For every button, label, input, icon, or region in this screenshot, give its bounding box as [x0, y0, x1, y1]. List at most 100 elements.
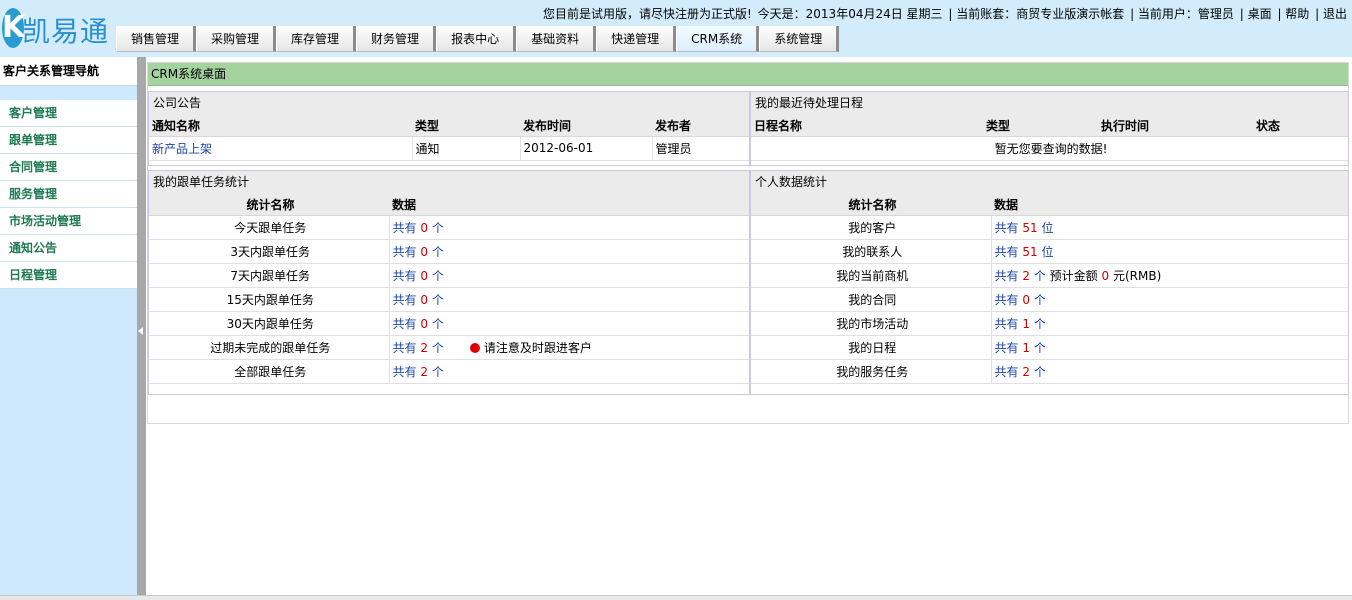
- table-row: 过期未完成的跟单任务 共有 2 个 请注意及时跟进客户: [149, 335, 749, 360]
- stat-count-link[interactable]: 2: [420, 341, 428, 355]
- announcements-panel: 公司公告 通知名称 类型 发布时间 发布者 新产品上架 通知 2012-06-0…: [148, 91, 750, 166]
- stat-label: 我的日程: [751, 335, 992, 360]
- sidebar-item-customers[interactable]: 客户管理: [0, 100, 137, 127]
- sidebar-item-schedule[interactable]: 日程管理: [0, 262, 137, 289]
- stat-count-link[interactable]: 0: [420, 269, 428, 283]
- schedule-table: 日程名称 类型 执行时间 状态 暂无您要查询的数据!: [751, 115, 1348, 161]
- personal-stats-title: 个人数据统计: [751, 171, 1348, 194]
- table-row: 7天内跟单任务 共有 0 个: [149, 263, 749, 288]
- stat-value: 共有 0 个: [389, 239, 749, 264]
- table-row: 我的联系人 共有 51 位: [751, 239, 1348, 264]
- stat-label: 过期未完成的跟单任务: [149, 335, 390, 360]
- stat-prefix: 共有: [392, 244, 417, 259]
- tab-sales[interactable]: 销售管理: [116, 26, 197, 52]
- stat-label: 7天内跟单任务: [149, 263, 390, 288]
- table-row: 我的市场活动 共有 1 个: [751, 311, 1348, 336]
- table-row: 15天内跟单任务 共有 0 个: [149, 287, 749, 312]
- stat-unit: 位: [1041, 220, 1054, 235]
- stat-count-link[interactable]: 2: [1022, 269, 1030, 283]
- stat-count-link[interactable]: 1: [1022, 317, 1030, 331]
- table-row: 我的日程 共有 1 个: [751, 335, 1348, 360]
- schedule-title: 我的最近待处理日程: [751, 92, 1348, 115]
- app-logo: K 凯易通: [2, 6, 114, 50]
- stat-label: 我的服务任务: [751, 359, 992, 384]
- sidebar-collapse-splitter[interactable]: [137, 57, 146, 595]
- stat-count-link[interactable]: 2: [420, 365, 428, 379]
- tab-basic-data[interactable]: 基础资料: [516, 26, 597, 52]
- stat-count-link[interactable]: 51: [1022, 221, 1037, 235]
- current-user: | 当前用户：管理员: [1130, 7, 1234, 21]
- sidebar-item-notices[interactable]: 通知公告: [0, 235, 137, 262]
- announcement-date: 2012-06-01: [520, 136, 653, 161]
- tab-express[interactable]: 快递管理: [596, 26, 677, 52]
- announcement-name-link[interactable]: 新产品上架: [149, 136, 413, 161]
- tab-reports[interactable]: 报表中心: [436, 26, 517, 52]
- stat-count-link[interactable]: 0: [420, 245, 428, 259]
- announcements-table: 通知名称 类型 发布时间 发布者 新产品上架 通知 2012-06-01 管理员: [149, 115, 749, 161]
- stat-label: 15天内跟单任务: [149, 287, 390, 312]
- followup-stats-panel: 我的跟单任务统计 统计名称 数据 今天跟单任务 共有 0 个 3天内跟单任务 共…: [148, 170, 750, 395]
- table-row: 今天跟单任务 共有 0 个: [149, 215, 749, 240]
- tab-system[interactable]: 系统管理: [759, 26, 840, 52]
- table-row: 新产品上架 通知 2012-06-01 管理员: [149, 136, 749, 161]
- announcement-publisher: 管理员: [652, 136, 749, 161]
- sidebar-item-contracts[interactable]: 合同管理: [0, 154, 137, 181]
- today-date: 今天是：2013年04月24日 星期三: [757, 7, 943, 21]
- table-row: 我的客户 共有 51 位: [751, 215, 1348, 240]
- stat-unit: 个: [1033, 268, 1046, 283]
- sidebar-title: 客户关系管理导航: [0, 57, 137, 86]
- column-header: 日程名称: [751, 115, 983, 137]
- logout-link[interactable]: | 退出: [1315, 7, 1347, 21]
- table-header-row: 日程名称 类型 执行时间 状态: [751, 115, 1348, 137]
- collapse-arrow-icon[interactable]: [138, 327, 143, 335]
- expected-amount-value: 0: [1101, 268, 1110, 283]
- stat-prefix: 共有: [994, 340, 1019, 355]
- tab-purchase[interactable]: 采购管理: [196, 26, 277, 52]
- table-row: 我的当前商机 共有 2 个 预计金额 0 元(RMB): [751, 263, 1348, 288]
- stat-unit: 个: [431, 340, 444, 355]
- stat-value: 共有 2 个: [991, 359, 1348, 384]
- desktop-link[interactable]: | 桌面: [1240, 7, 1272, 21]
- column-header: 类型: [983, 115, 1098, 137]
- crm-desktop: CRM系统桌面 公司公告 通知名称 类型 发布时间 发布者 新产品上架 通知 2…: [147, 62, 1349, 424]
- column-header: 状态: [1253, 115, 1348, 137]
- stat-prefix: 共有: [392, 340, 417, 355]
- stat-label: 我的市场活动: [751, 311, 992, 336]
- column-header: 统计名称: [149, 194, 389, 216]
- tab-finance[interactable]: 财务管理: [356, 26, 437, 52]
- help-link[interactable]: | 帮助: [1277, 7, 1309, 21]
- stat-count-link[interactable]: 0: [1022, 293, 1030, 307]
- followup-stats-table: 统计名称 数据 今天跟单任务 共有 0 个 3天内跟单任务 共有 0 个 7天内…: [149, 194, 749, 384]
- stat-prefix: 共有: [994, 244, 1019, 259]
- sidebar-spacer: [0, 86, 137, 100]
- table-row: 我的合同 共有 0 个: [751, 287, 1348, 312]
- stat-count-link[interactable]: 0: [420, 293, 428, 307]
- stat-count-link[interactable]: 2: [1022, 365, 1030, 379]
- announcement-type: 通知: [412, 136, 521, 161]
- table-header-row: 统计名称 数据: [149, 194, 749, 216]
- tab-crm[interactable]: CRM系统: [676, 26, 760, 52]
- stat-unit: 个: [1033, 316, 1046, 331]
- sidebar-item-service[interactable]: 服务管理: [0, 181, 137, 208]
- stat-count-link[interactable]: 0: [420, 317, 428, 331]
- table-row: 30天内跟单任务 共有 0 个: [149, 311, 749, 336]
- sidebar-item-followup[interactable]: 跟单管理: [0, 127, 137, 154]
- stat-value: 共有 1 个: [991, 335, 1348, 360]
- stat-label: 我的客户: [751, 215, 992, 240]
- main-nav: 销售管理 采购管理 库存管理 财务管理 报表中心 基础资料 快递管理 CRM系统…: [116, 26, 840, 52]
- column-header: 发布时间: [520, 115, 652, 137]
- stat-count-link[interactable]: 1: [1022, 341, 1030, 355]
- stat-unit: 个: [431, 316, 444, 331]
- stat-value: 共有 1 个: [991, 311, 1348, 336]
- personal-stats-table: 统计名称 数据 我的客户 共有 51 位 我的联系人 共有 51 位 我的当前商…: [751, 194, 1348, 384]
- stat-prefix: 共有: [994, 268, 1019, 283]
- tab-inventory[interactable]: 库存管理: [276, 26, 357, 52]
- stat-value: 共有 51 位: [991, 215, 1348, 240]
- stat-prefix: 共有: [994, 220, 1019, 235]
- stat-value: 共有 2 个 请注意及时跟进客户: [389, 335, 749, 360]
- stat-label: 30天内跟单任务: [149, 311, 390, 336]
- logo-k-icon: K: [2, 8, 25, 48]
- stat-count-link[interactable]: 0: [420, 221, 428, 235]
- sidebar-item-marketing[interactable]: 市场活动管理: [0, 208, 137, 235]
- stat-count-link[interactable]: 51: [1022, 245, 1037, 259]
